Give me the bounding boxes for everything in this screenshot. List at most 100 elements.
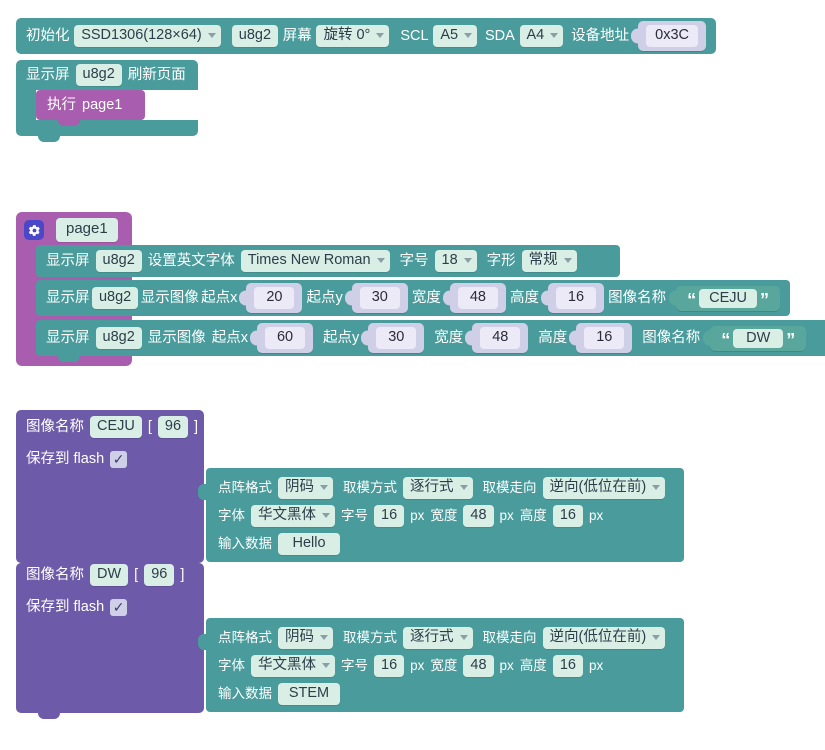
img-h-label: 高度 (538, 329, 568, 346)
img-x-socket[interactable]: 20 (239, 283, 303, 313)
save-flash-checkbox[interactable]: ✓ (110, 450, 128, 468)
sda-dropdown[interactable]: A4 (519, 25, 564, 47)
param-size-unit: px (410, 508, 425, 524)
img-h-socket[interactable]: 16 (541, 283, 604, 313)
img-y-socket[interactable]: 30 (344, 283, 408, 313)
screen-label: 屏幕 (282, 27, 312, 44)
bracket-open: [ (147, 418, 152, 435)
param-size-chip[interactable]: 16 (374, 505, 405, 527)
chevron-down-icon (550, 33, 559, 38)
blockly-workspace[interactable]: 初始化 SSD1306(128×64) u8g2 屏幕 旋转 0° SCL A5 (0, 0, 825, 750)
param-height-chip[interactable]: 16 (552, 655, 583, 677)
block-show-image[interactable]: 显示屏 u8g2 显示图像 起点x 20 起点y 30 宽度 48 高度 16 … (36, 280, 790, 316)
save-flash-label: 保存到 flash (26, 598, 105, 615)
scan-mode-dropdown[interactable]: 逐行式 (403, 477, 473, 499)
device-address-socket[interactable]: 0x3C (631, 21, 706, 51)
scl-dropdown[interactable]: A5 (433, 25, 478, 47)
param-height-chip[interactable]: 16 (552, 505, 583, 527)
save-flash-checkbox[interactable]: ✓ (110, 598, 128, 616)
font-size-dropdown[interactable]: 18 (434, 250, 477, 272)
socket-plug-icon (541, 290, 549, 306)
quote-close-icon: ” (759, 289, 769, 310)
gear-icon[interactable] (24, 220, 44, 240)
input-data-chip[interactable]: Hello (278, 533, 340, 555)
chevron-down-icon (320, 635, 328, 640)
scan-mode-dropdown[interactable]: 逐行式 (403, 627, 473, 649)
quote-close-icon: ” (786, 329, 796, 350)
page-name-chip[interactable]: page1 (56, 218, 118, 242)
chevron-down-icon (320, 485, 328, 490)
scan-dir-value: 逆向(低位在前) (549, 629, 647, 646)
scan-dir-label: 取模走向 (482, 480, 537, 496)
refresh-c-bottom (16, 120, 198, 142)
scan-dir-dropdown[interactable]: 逆向(低位在前) (542, 627, 666, 649)
img-name-socket[interactable]: “ CEJU ” (669, 285, 780, 311)
font-row-object-chip[interactable]: u8g2 (95, 250, 142, 272)
block-image-params[interactable]: 点阵格式 阴码 取模方式 逐行式 取模走向 逆向(低位在前) 字体 华文黑体 字… (198, 618, 684, 712)
block-refresh-page[interactable]: 显示屏 u8g2 刷新页面 (16, 60, 198, 90)
socket-plug-icon (361, 330, 370, 346)
cn-font-value: 华文黑体 (258, 657, 316, 674)
img-row-object-chip[interactable]: u8g2 (95, 327, 142, 349)
quote-open-icon: “ (687, 289, 697, 310)
dot-format-dropdown[interactable]: 阴码 (278, 477, 333, 499)
image-byte-count-chip[interactable]: 96 (144, 564, 175, 586)
img-h-socket[interactable]: 16 (569, 323, 633, 353)
socket-plug-icon (631, 28, 640, 44)
block-show-image[interactable]: 显示屏 u8g2 显示图像 起点x 60 起点y 30 宽度 48 高度 16 … (36, 320, 825, 362)
scan-dir-dropdown[interactable]: 逆向(低位在前) (542, 477, 666, 499)
block-init-display[interactable]: 初始化 SSD1306(128×64) u8g2 屏幕 旋转 0° SCL A5 (16, 18, 716, 54)
value-connector-icon (198, 634, 207, 650)
img-y-label: 起点y (323, 329, 360, 346)
dot-format-dropdown[interactable]: 阴码 (278, 627, 333, 649)
chevron-down-icon (376, 33, 385, 38)
cn-font-dropdown[interactable]: 华文黑体 (251, 655, 335, 677)
img-w-value: 48 (457, 287, 498, 309)
chevron-down-icon (459, 635, 468, 640)
param-width-label: 宽度 (430, 508, 458, 524)
img-row-object-chip[interactable]: u8g2 (91, 287, 139, 309)
value-connector-icon (198, 484, 207, 500)
input-data-label: 输入数据 (218, 686, 272, 702)
chevron-down-icon (207, 33, 216, 38)
init-label: 初始化 (26, 27, 70, 44)
cn-font-dropdown[interactable]: 华文黑体 (251, 505, 335, 527)
img-row-display-label: 显示屏 (46, 289, 90, 306)
socket-plug-icon (465, 330, 474, 346)
img-w-socket[interactable]: 48 (442, 283, 506, 313)
img-w-label: 宽度 (434, 329, 464, 346)
scan-dir-value: 逆向(低位在前) (549, 479, 647, 496)
scl-label: SCL (400, 27, 429, 44)
input-data-chip[interactable]: STEM (278, 683, 340, 705)
img-h-label: 高度 (510, 289, 539, 306)
image-name-chip[interactable]: CEJU (90, 416, 142, 438)
image-byte-count-chip[interactable]: 96 (157, 416, 189, 438)
scl-value: A5 (440, 27, 459, 44)
block-set-english-font[interactable]: 显示屏 u8g2 设置英文字体 Times New Roman 字号 18 字形… (36, 245, 620, 277)
init-object-chip[interactable]: u8g2 (231, 25, 279, 47)
font-size-value: 18 (441, 252, 458, 269)
param-size-chip[interactable]: 16 (374, 655, 405, 677)
cn-font-label: 字体 (218, 508, 245, 524)
font-style-dropdown[interactable]: 常规 (521, 250, 577, 272)
param-width-chip[interactable]: 48 (463, 505, 494, 527)
rotation-dropdown[interactable]: 旋转 0° (316, 25, 390, 47)
socket-plug-icon (250, 330, 259, 346)
image-def-text-2: 图像名称 DW [ 96 ] 保存到 flash ✓ (26, 562, 206, 620)
block-image-params[interactable]: 点阵格式 阴码 取模方式 逐行式 取模走向 逆向(低位在前) 字体 华文黑体 字… (198, 468, 684, 562)
img-w-socket[interactable]: 48 (465, 323, 529, 353)
param-width-chip[interactable]: 48 (463, 655, 494, 677)
block-run-page[interactable]: 执行 page1 (36, 90, 145, 126)
img-x-socket[interactable]: 60 (250, 323, 314, 353)
chevron-down-icon (464, 33, 473, 38)
param-height-unit: px (588, 508, 604, 524)
english-font-dropdown[interactable]: Times New Roman (240, 250, 390, 272)
img-name-label: 图像名称 (608, 289, 667, 306)
device-dropdown[interactable]: SSD1306(128×64) (74, 25, 221, 47)
param-height-label: 高度 (519, 508, 547, 524)
img-y-socket[interactable]: 30 (361, 323, 425, 353)
font-row-action-label: 设置英文字体 (147, 252, 235, 269)
refresh-object-chip[interactable]: u8g2 (75, 64, 122, 86)
image-name-chip[interactable]: DW (90, 564, 129, 586)
img-name-socket[interactable]: “ DW ” (703, 325, 807, 351)
